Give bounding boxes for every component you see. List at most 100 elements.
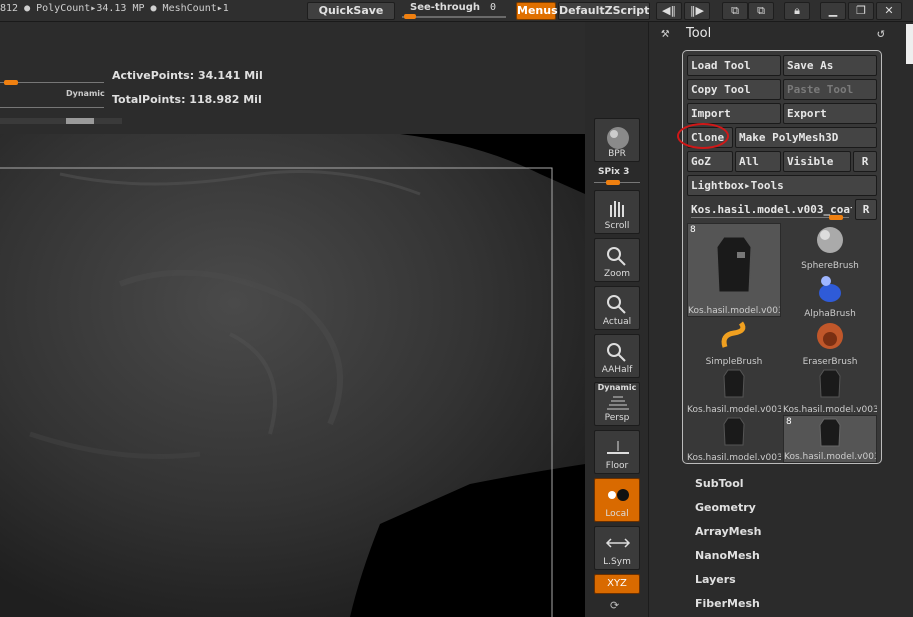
local-icon	[608, 489, 629, 501]
scroll-left-icon[interactable]: ◀‖	[656, 2, 682, 20]
right-shelf: BPR SPix 3 Scroll Zoom Actual AAHalf Dyn…	[588, 114, 646, 617]
aahalf-icon	[607, 343, 626, 362]
spix-label: SPix 3	[598, 167, 630, 177]
thumb-count: 8	[786, 417, 792, 427]
thumb-caption: Kos.hasil.model.v003_	[783, 405, 877, 415]
slider-knob[interactable]	[4, 80, 18, 85]
simple-brush-icon	[721, 321, 746, 348]
rotate-icon[interactable]: ⟳	[610, 599, 619, 612]
spix-knob[interactable]	[606, 180, 620, 185]
progress-marker	[66, 118, 94, 124]
bpr-button[interactable]: BPR	[594, 118, 640, 162]
aahalf-button[interactable]: AAHalf	[594, 334, 640, 378]
seethrough-slider[interactable]: See-through 0	[400, 1, 510, 21]
thumb-count: 8	[690, 225, 696, 235]
actual-icon	[607, 295, 626, 314]
minimize-icon[interactable]: ▁	[820, 2, 846, 20]
panel-scrollbar[interactable]	[906, 24, 913, 64]
annotation-circle	[677, 123, 729, 149]
menu-layers[interactable]: Layers	[695, 573, 736, 586]
lsym-label: L.Sym	[603, 557, 631, 567]
layout-a-icon[interactable]: ⧉	[722, 2, 748, 20]
sculpt-model	[0, 134, 585, 617]
seethrough-track	[402, 16, 506, 18]
floor-label: Floor	[605, 461, 629, 471]
tool-slider-knob[interactable]	[829, 215, 843, 220]
local-button[interactable]: Local	[594, 478, 640, 522]
thumb-caption: SimpleBrush	[705, 357, 763, 367]
tool-panel: ⚒ Tool ↺ Load Tool Save As Copy Tool Pas…	[648, 22, 913, 617]
local-label: Local	[605, 509, 629, 519]
tool-thumb-kos-2[interactable]: Kos.hasil.model.v003_	[687, 367, 781, 415]
tool-thumb-alphabrush[interactable]: AlphaBrush	[783, 271, 877, 319]
status-stats: 812 ● PolyCount▸34.13 MP ● MeshCount▸1	[0, 3, 229, 14]
menu-subtool[interactable]: SubTool	[695, 477, 744, 490]
menu-geometry[interactable]: Geometry	[695, 501, 756, 514]
hand-icon	[610, 201, 624, 217]
top-status-bar: 812 ● PolyCount▸34.13 MP ● MeshCount▸1 Q…	[0, 0, 913, 22]
menu-arraymesh[interactable]: ArrayMesh	[695, 525, 761, 538]
coat-icon	[819, 369, 841, 398]
menu-fibermesh[interactable]: FiberMesh	[695, 597, 760, 610]
tool-palette: Load Tool Save As Copy Tool Paste Tool I…	[677, 50, 882, 464]
seethrough-knob[interactable]	[404, 14, 416, 19]
lock-icon[interactable]: 🔒︎	[784, 2, 810, 20]
coat-icon	[716, 236, 752, 293]
defaultzscript-button[interactable]: DefaultZScript	[558, 2, 650, 20]
export-button[interactable]: Export	[783, 103, 877, 124]
load-tool-button[interactable]: Load Tool	[687, 55, 781, 76]
goz-button[interactable]: GoZ	[687, 151, 733, 172]
progress-strip	[0, 118, 122, 124]
scroll-right-icon[interactable]: ‖▶	[684, 2, 710, 20]
tool-thumb-kos-4[interactable]: Kos.hasil.model.v003_	[687, 415, 781, 463]
restore-icon[interactable]: ❐	[848, 2, 874, 20]
eraser-brush-icon	[817, 323, 843, 349]
layout-b-icon[interactable]: ⧉	[748, 2, 774, 20]
sphere-icon	[607, 127, 629, 149]
magnifier-icon	[607, 247, 626, 266]
visible-button[interactable]: Visible	[783, 151, 851, 172]
tool-thumb-kos-3[interactable]: Kos.hasil.model.v003_	[783, 367, 877, 415]
seethrough-value: 0	[489, 2, 496, 13]
tool-thumb-kos-5[interactable]: 8 Kos.hasil.model.v003_	[783, 415, 877, 463]
thumb-caption: Kos.hasil.model.v003_	[784, 452, 876, 462]
coat-icon	[723, 417, 745, 446]
tool-thumb-kos-main[interactable]: 8 Kos.hasil.model.v003_	[687, 223, 781, 317]
quicksave-button[interactable]: QuickSave	[307, 2, 395, 20]
paste-tool-button[interactable]: Paste Tool	[783, 79, 877, 100]
viewport-info-area: Dynamic ActivePoints: 34.141 Mil TotalPo…	[0, 22, 585, 134]
zoom-button[interactable]: Zoom	[594, 238, 640, 282]
viewport-canvas[interactable]	[0, 134, 585, 617]
tool-slider-track	[691, 217, 849, 218]
symmetry-icon	[605, 538, 631, 548]
floor-button[interactable]: Floor	[594, 430, 640, 474]
lightbox-tools-button[interactable]: Lightbox▸Tools	[687, 175, 877, 196]
tool-thumb-spherebrush[interactable]: SphereBrush	[783, 223, 877, 271]
tool-thumb-eraserbrush[interactable]: EraserBrush	[783, 319, 877, 367]
reset-icon[interactable]: ↺	[877, 26, 885, 41]
xyz-label: XYZ	[607, 578, 627, 589]
tool-thumb-simplebrush[interactable]: SimpleBrush	[687, 319, 781, 367]
r-button-2[interactable]: R	[855, 199, 877, 220]
copy-tool-button[interactable]: Copy Tool	[687, 79, 781, 100]
make-polymesh-button[interactable]: Make PolyMesh3D	[735, 127, 877, 148]
persp-button[interactable]: Dynamic Persp	[594, 382, 640, 426]
actual-button[interactable]: Actual	[594, 286, 640, 330]
scroll-button[interactable]: Scroll	[594, 190, 640, 234]
lsym-button[interactable]: L.Sym	[594, 526, 640, 570]
floor-icon	[607, 441, 629, 454]
aahalf-label: AAHalf	[601, 365, 633, 375]
actual-label: Actual	[602, 317, 632, 327]
thumb-caption: SphereBrush	[801, 261, 859, 271]
hammer-icon: ⚒	[661, 25, 670, 41]
thumb-caption: EraserBrush	[802, 357, 858, 367]
xyz-button[interactable]: XYZ	[594, 574, 640, 594]
all-button[interactable]: All	[735, 151, 781, 172]
save-as-button[interactable]: Save As	[783, 55, 877, 76]
menu-nanomesh[interactable]: NanoMesh	[695, 549, 760, 562]
menus-button[interactable]: Menus	[516, 2, 558, 20]
alpha-brush-icon	[819, 276, 841, 302]
r-button[interactable]: R	[853, 151, 877, 172]
close-icon[interactable]: ✕	[876, 2, 902, 20]
import-button[interactable]: Import	[687, 103, 781, 124]
